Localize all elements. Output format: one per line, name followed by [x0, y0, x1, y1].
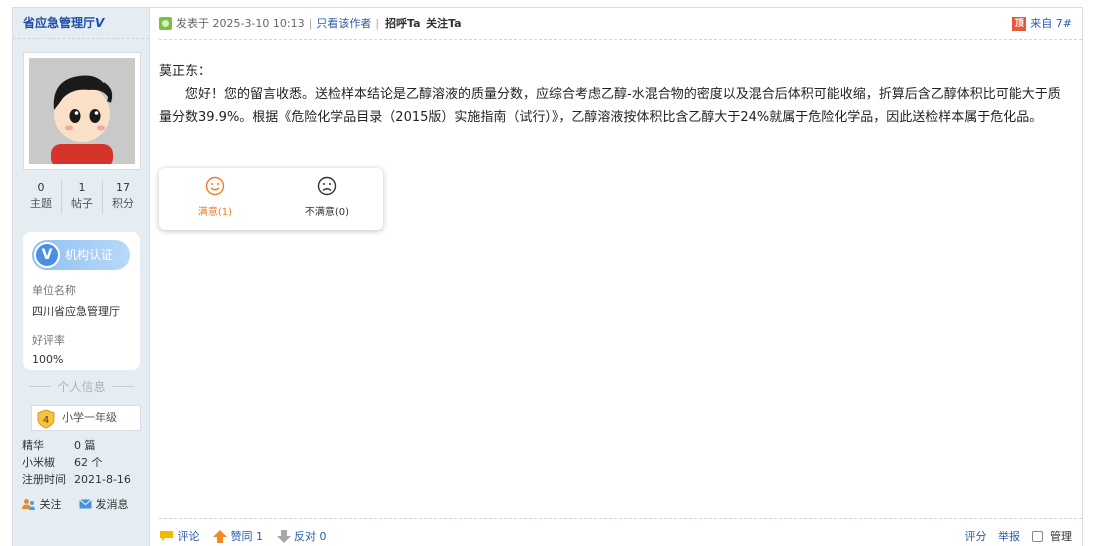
avatar-image [29, 58, 135, 164]
comment-button[interactable]: 评论 [159, 528, 200, 544]
info-key: 小米椒 [22, 456, 55, 469]
smile-icon [205, 176, 225, 196]
only-author-link[interactable]: 只看该作者 [316, 17, 371, 30]
divider [112, 386, 134, 387]
dislike-label: 反对 0 [294, 530, 327, 543]
rank-name: 小学一年级 [62, 411, 117, 424]
certification-label: 机构认证 [65, 248, 114, 262]
comment-label: 评论 [177, 530, 200, 543]
stat-posts[interactable]: 1 帖子 [62, 180, 103, 214]
post-main: 发表于 2025-3-10 10:13 | 只看该作者 | 招呼Ta 关注Ta 顶来自 … [151, 8, 1082, 546]
arrow-up-icon [213, 529, 227, 543]
info-row-peppers: 小米椒 62 个 [22, 455, 103, 471]
unsatisfied-button[interactable]: 不满意(0) [277, 176, 377, 218]
rank-level: 4 [43, 415, 49, 426]
envelope-icon [79, 499, 92, 509]
comment-icon [160, 531, 173, 541]
certification-card: V 机构认证 单位名称 四川省应急管理厅 好评率 100% [23, 232, 140, 370]
post-salutation: 莫正东： [159, 64, 212, 79]
unit-name-value: 四川省应急管理厅 [32, 305, 120, 318]
verified-mark: V [95, 16, 105, 30]
post-content: 莫正东： 您好！您的留言收悉。送检样本结论是乙醇溶液的质量分数，应综合考虑乙醇-… [159, 60, 1073, 129]
stat-num: 17 [116, 181, 130, 194]
rating-value: 100% [32, 353, 64, 366]
follow-users-icon [22, 499, 35, 510]
send-message-button[interactable]: 发消息 [79, 496, 129, 512]
rank-shield-icon: 4 [37, 409, 55, 429]
post-actions-left: 评论 赞同 1 反对 0 [159, 528, 327, 544]
satisfied-label: 满意(1) [197, 207, 233, 218]
stat-points[interactable]: 17 积分 [103, 180, 143, 214]
info-row-digest: 精华 0 篇 [22, 438, 96, 454]
satisfied-button[interactable]: 满意(1) [165, 176, 265, 218]
info-row-registered: 注册时间 2021-8-16 [22, 472, 131, 488]
rating-panel: 满意(1) 不满意(0) [159, 168, 383, 230]
author-name-link[interactable]: 省应急管理厅V [13, 8, 149, 39]
rating-label: 好评率 [32, 334, 65, 347]
like-label: 赞同 1 [230, 530, 264, 543]
dislike-button[interactable]: 反对 0 [276, 528, 327, 544]
unsatisfied-label: 不满意(0) [304, 207, 350, 218]
follow-label: 关注 [39, 498, 62, 511]
separator: | [375, 17, 380, 30]
greet-link[interactable]: 招呼Ta [385, 17, 421, 30]
post-text: 您好！您的留言收悉。送检样本结论是乙醇溶液的质量分数，应综合考虑乙醇-水混合物的… [159, 87, 1061, 125]
frown-icon [317, 176, 337, 196]
author-name[interactable]: 省应急管理厅 [23, 16, 95, 30]
post-container: 省应急管理厅V 0 主题 1 帖子 17 积分 V 机构认证 单位名称 四川省应… [12, 7, 1083, 546]
post-actions-right: 评分 举报 管理 [965, 528, 1073, 544]
author-stats: 0 主题 1 帖子 17 积分 [21, 180, 143, 214]
stat-label: 主题 [30, 197, 52, 210]
rate-link[interactable]: 评分 [965, 528, 987, 544]
send-message-label: 发消息 [95, 498, 129, 511]
author-actions: 关注 发消息 [22, 496, 129, 512]
stat-num: 1 [78, 181, 86, 194]
manage-label: 管理 [1050, 530, 1072, 543]
info-key: 精华 [22, 439, 44, 452]
like-button[interactable]: 赞同 1 [213, 528, 263, 544]
info-value: 62 个 [74, 456, 103, 469]
online-status-icon [159, 16, 172, 30]
arrow-down-icon [276, 529, 291, 543]
report-link[interactable]: 举报 [998, 528, 1020, 544]
info-value: 2021-8-16 [74, 473, 131, 486]
post-time: 发表于 2025-3-10 10:13 [176, 17, 305, 30]
floor-info: 顶来自 7# [1012, 8, 1072, 40]
floor-number[interactable]: 来自 7# [1030, 17, 1072, 30]
separator: | [308, 17, 313, 30]
author-sidebar: 省应急管理厅V 0 主题 1 帖子 17 积分 V 机构认证 单位名称 四川省应… [13, 8, 150, 546]
info-value: 0 篇 [74, 439, 96, 452]
unit-name-label: 单位名称 [32, 284, 76, 297]
stat-label: 积分 [112, 197, 134, 210]
certification-badge: V 机构认证 [32, 240, 130, 270]
stat-label: 帖子 [71, 197, 93, 210]
stat-num: 0 [37, 181, 45, 194]
personal-info-title: 个人信息 [23, 378, 140, 394]
follow-author-link[interactable]: 关注Ta [426, 17, 462, 30]
verified-icon: V [34, 242, 60, 268]
post-footer: 评论 赞同 1 反对 0 评分 举报 管理 [159, 518, 1082, 546]
manage-checkbox[interactable] [1031, 530, 1043, 542]
section-title-text: 个人信息 [57, 380, 106, 394]
top-thread-icon[interactable]: 顶 [1012, 17, 1027, 31]
info-key: 注册时间 [22, 473, 66, 486]
stat-threads[interactable]: 0 主题 [21, 180, 62, 214]
rank-badge[interactable]: 4 小学一年级 [31, 405, 141, 431]
follow-button[interactable]: 关注 [22, 496, 62, 512]
avatar[interactable] [23, 52, 141, 170]
post-header: 发表于 2025-3-10 10:13 | 只看该作者 | 招呼Ta 关注Ta 顶来自 … [159, 8, 1082, 40]
divider [29, 386, 51, 387]
